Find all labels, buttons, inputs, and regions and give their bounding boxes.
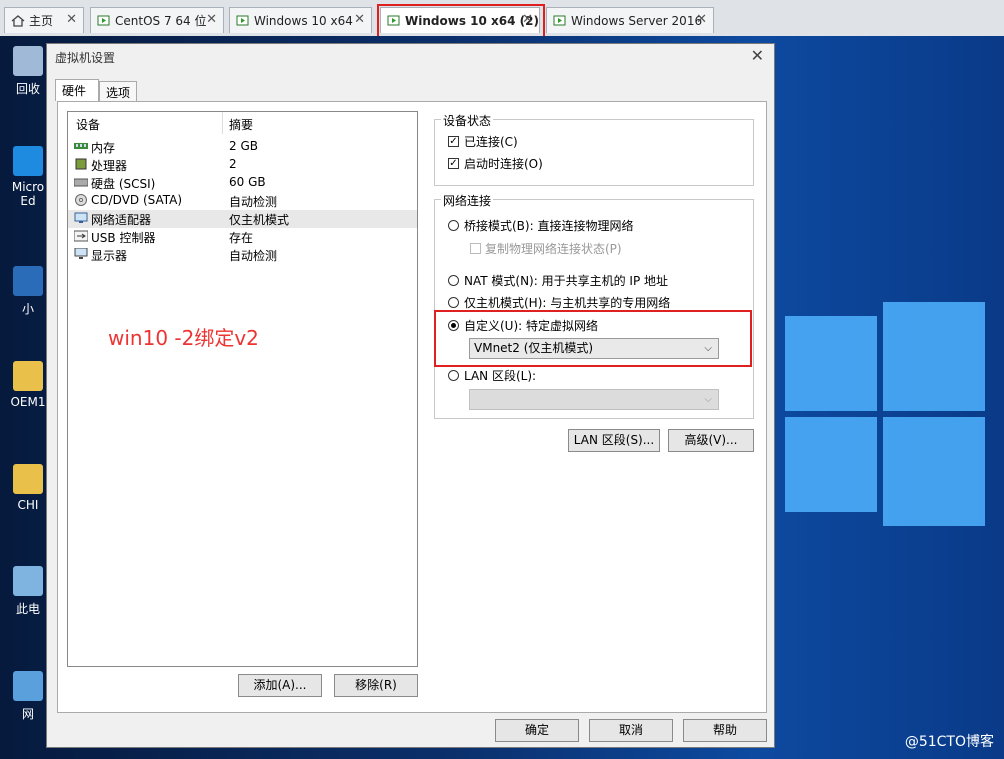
device-row-harddisk[interactable]: 硬盘 (SCSI) 60 GB — [68, 174, 417, 192]
edge-icon — [13, 146, 43, 176]
connected-checkbox[interactable]: ✓ — [448, 136, 459, 147]
tab-home[interactable]: 主页 ✕ — [4, 7, 84, 33]
network-icon — [13, 671, 43, 701]
dialog-title: 虚拟机设置 — [55, 51, 116, 65]
add-button[interactable]: 添加(A)... — [238, 674, 322, 697]
computer-icon — [13, 566, 43, 596]
ok-button[interactable]: 确定 — [495, 719, 579, 742]
device-row-cpu[interactable]: 处理器 2 — [68, 156, 417, 174]
chevron-down-icon: ⌵ — [704, 394, 712, 405]
folder-icon — [13, 464, 43, 494]
close-icon[interactable]: ✕ — [206, 12, 217, 27]
vm-icon — [236, 15, 250, 27]
device-status-title: 设备状态 — [441, 112, 494, 129]
vm-icon — [97, 15, 111, 27]
network-connection-group: 网络连接 桥接模式(B): 直接连接物理网络 复制物理网络连接状态(P) NAT… — [434, 192, 754, 419]
recycle-bin-icon — [13, 46, 43, 76]
device-row-network[interactable]: 网络适配器 仅主机模式 — [68, 210, 417, 228]
home-icon — [11, 14, 25, 27]
replicate-checkbox[interactable] — [470, 243, 481, 254]
vm-icon — [553, 15, 567, 27]
desktop-icon-recycle[interactable]: 回收 — [6, 46, 50, 97]
device-row-display[interactable]: 显示器 自动检测 — [68, 246, 417, 264]
nat-radio[interactable] — [448, 275, 459, 286]
connect-on-power-label: 启动时连接(O) — [464, 157, 543, 171]
windows-logo — [785, 302, 985, 576]
highlight-box-custom — [434, 310, 752, 367]
document-icon — [13, 361, 43, 391]
remove-button[interactable]: 移除(R) — [334, 674, 418, 697]
lan-segment-select[interactable]: ⌵ — [469, 389, 719, 410]
desktop-icon-network[interactable]: 网 — [6, 671, 50, 722]
desktop-icon-edge[interactable]: Micro Ed — [6, 146, 50, 208]
nat-label: NAT 模式(N): 用于共享主机的 IP 地址 — [464, 274, 669, 288]
memory-icon — [74, 140, 88, 152]
tab-centos[interactable]: CentOS 7 64 位 ✕ — [90, 7, 224, 33]
bridged-label: 桥接模式(B): 直接连接物理网络 — [464, 219, 634, 233]
column-divider — [222, 112, 223, 134]
lan-label: LAN 区段(L): — [464, 369, 537, 383]
lan-segments-button[interactable]: LAN 区段(S)... — [568, 429, 660, 452]
close-icon[interactable]: ✕ — [751, 46, 764, 65]
tab-label: Windows 10 x64 — [254, 13, 353, 28]
cancel-button[interactable]: 取消 — [589, 719, 673, 742]
tab-label: 主页 — [29, 14, 54, 28]
bridged-radio[interactable] — [448, 220, 459, 231]
usb-icon — [73, 230, 89, 242]
network-connection-title: 网络连接 — [441, 192, 494, 209]
monitor-icon — [74, 247, 88, 260]
desktop-icon-folder[interactable]: CHI — [6, 464, 50, 512]
watermark: @51CTO博客 — [904, 734, 994, 750]
tab-server2016[interactable]: Windows Server 2016 ✕ — [546, 7, 714, 33]
connected-label: 已连接(C) — [464, 135, 518, 149]
device-row-memory[interactable]: 内存 2 GB — [68, 138, 417, 156]
annotation-text: win10 -2绑定v2 — [108, 326, 259, 350]
device-list[interactable]: 设备 摘要 内存 2 GB 处理器 2 硬盘 (SCSI) 60 GB CD/D… — [67, 111, 418, 667]
help-button[interactable]: 帮助 — [683, 719, 767, 742]
network-adapter-icon — [74, 212, 88, 224]
lan-radio[interactable] — [448, 370, 459, 381]
device-row-usb[interactable]: USB 控制器 存在 — [68, 228, 417, 246]
tab-label: Windows Server 2016 — [571, 13, 703, 28]
tab-options[interactable]: 选项 — [99, 81, 137, 101]
device-row-cd[interactable]: CD/DVD (SATA) 自动检测 — [68, 192, 417, 210]
close-icon[interactable]: ✕ — [66, 12, 77, 27]
cd-icon — [74, 194, 88, 206]
device-status-group: 设备状态 ✓ 已连接(C) ✓ 启动时连接(O) — [434, 112, 754, 186]
advanced-button[interactable]: 高级(V)... — [668, 429, 754, 452]
harddisk-icon — [73, 176, 89, 188]
desktop-icon-thispc[interactable]: 此电 — [6, 566, 50, 617]
tab-win10[interactable]: Windows 10 x64 ✕ — [229, 7, 372, 33]
tab-hardware[interactable]: 硬件 — [55, 79, 99, 101]
cpu-icon — [74, 158, 88, 170]
desktop-icon-shortcut[interactable]: 小 — [6, 266, 50, 317]
close-icon[interactable]: ✕ — [696, 12, 707, 27]
host-only-radio[interactable] — [448, 297, 459, 308]
summary-column-header: 摘要 — [229, 118, 254, 132]
close-icon[interactable]: ✕ — [354, 12, 365, 27]
tab-label: CentOS 7 64 位 — [115, 14, 207, 28]
desktop-icon-oem[interactable]: OEM1 — [6, 361, 50, 409]
vm-settings-dialog: 虚拟机设置 ✕ 硬件 选项 设备 摘要 内存 2 GB 处理器 2 硬盘 (SC… — [46, 43, 775, 748]
shortcut-icon — [13, 266, 43, 296]
connect-on-power-checkbox[interactable]: ✓ — [448, 158, 459, 169]
device-column-header: 设备 — [76, 118, 101, 132]
replicate-label: 复制物理网络连接状态(P) — [485, 242, 622, 256]
host-only-label: 仅主机模式(H): 与主机共享的专用网络 — [464, 296, 671, 310]
